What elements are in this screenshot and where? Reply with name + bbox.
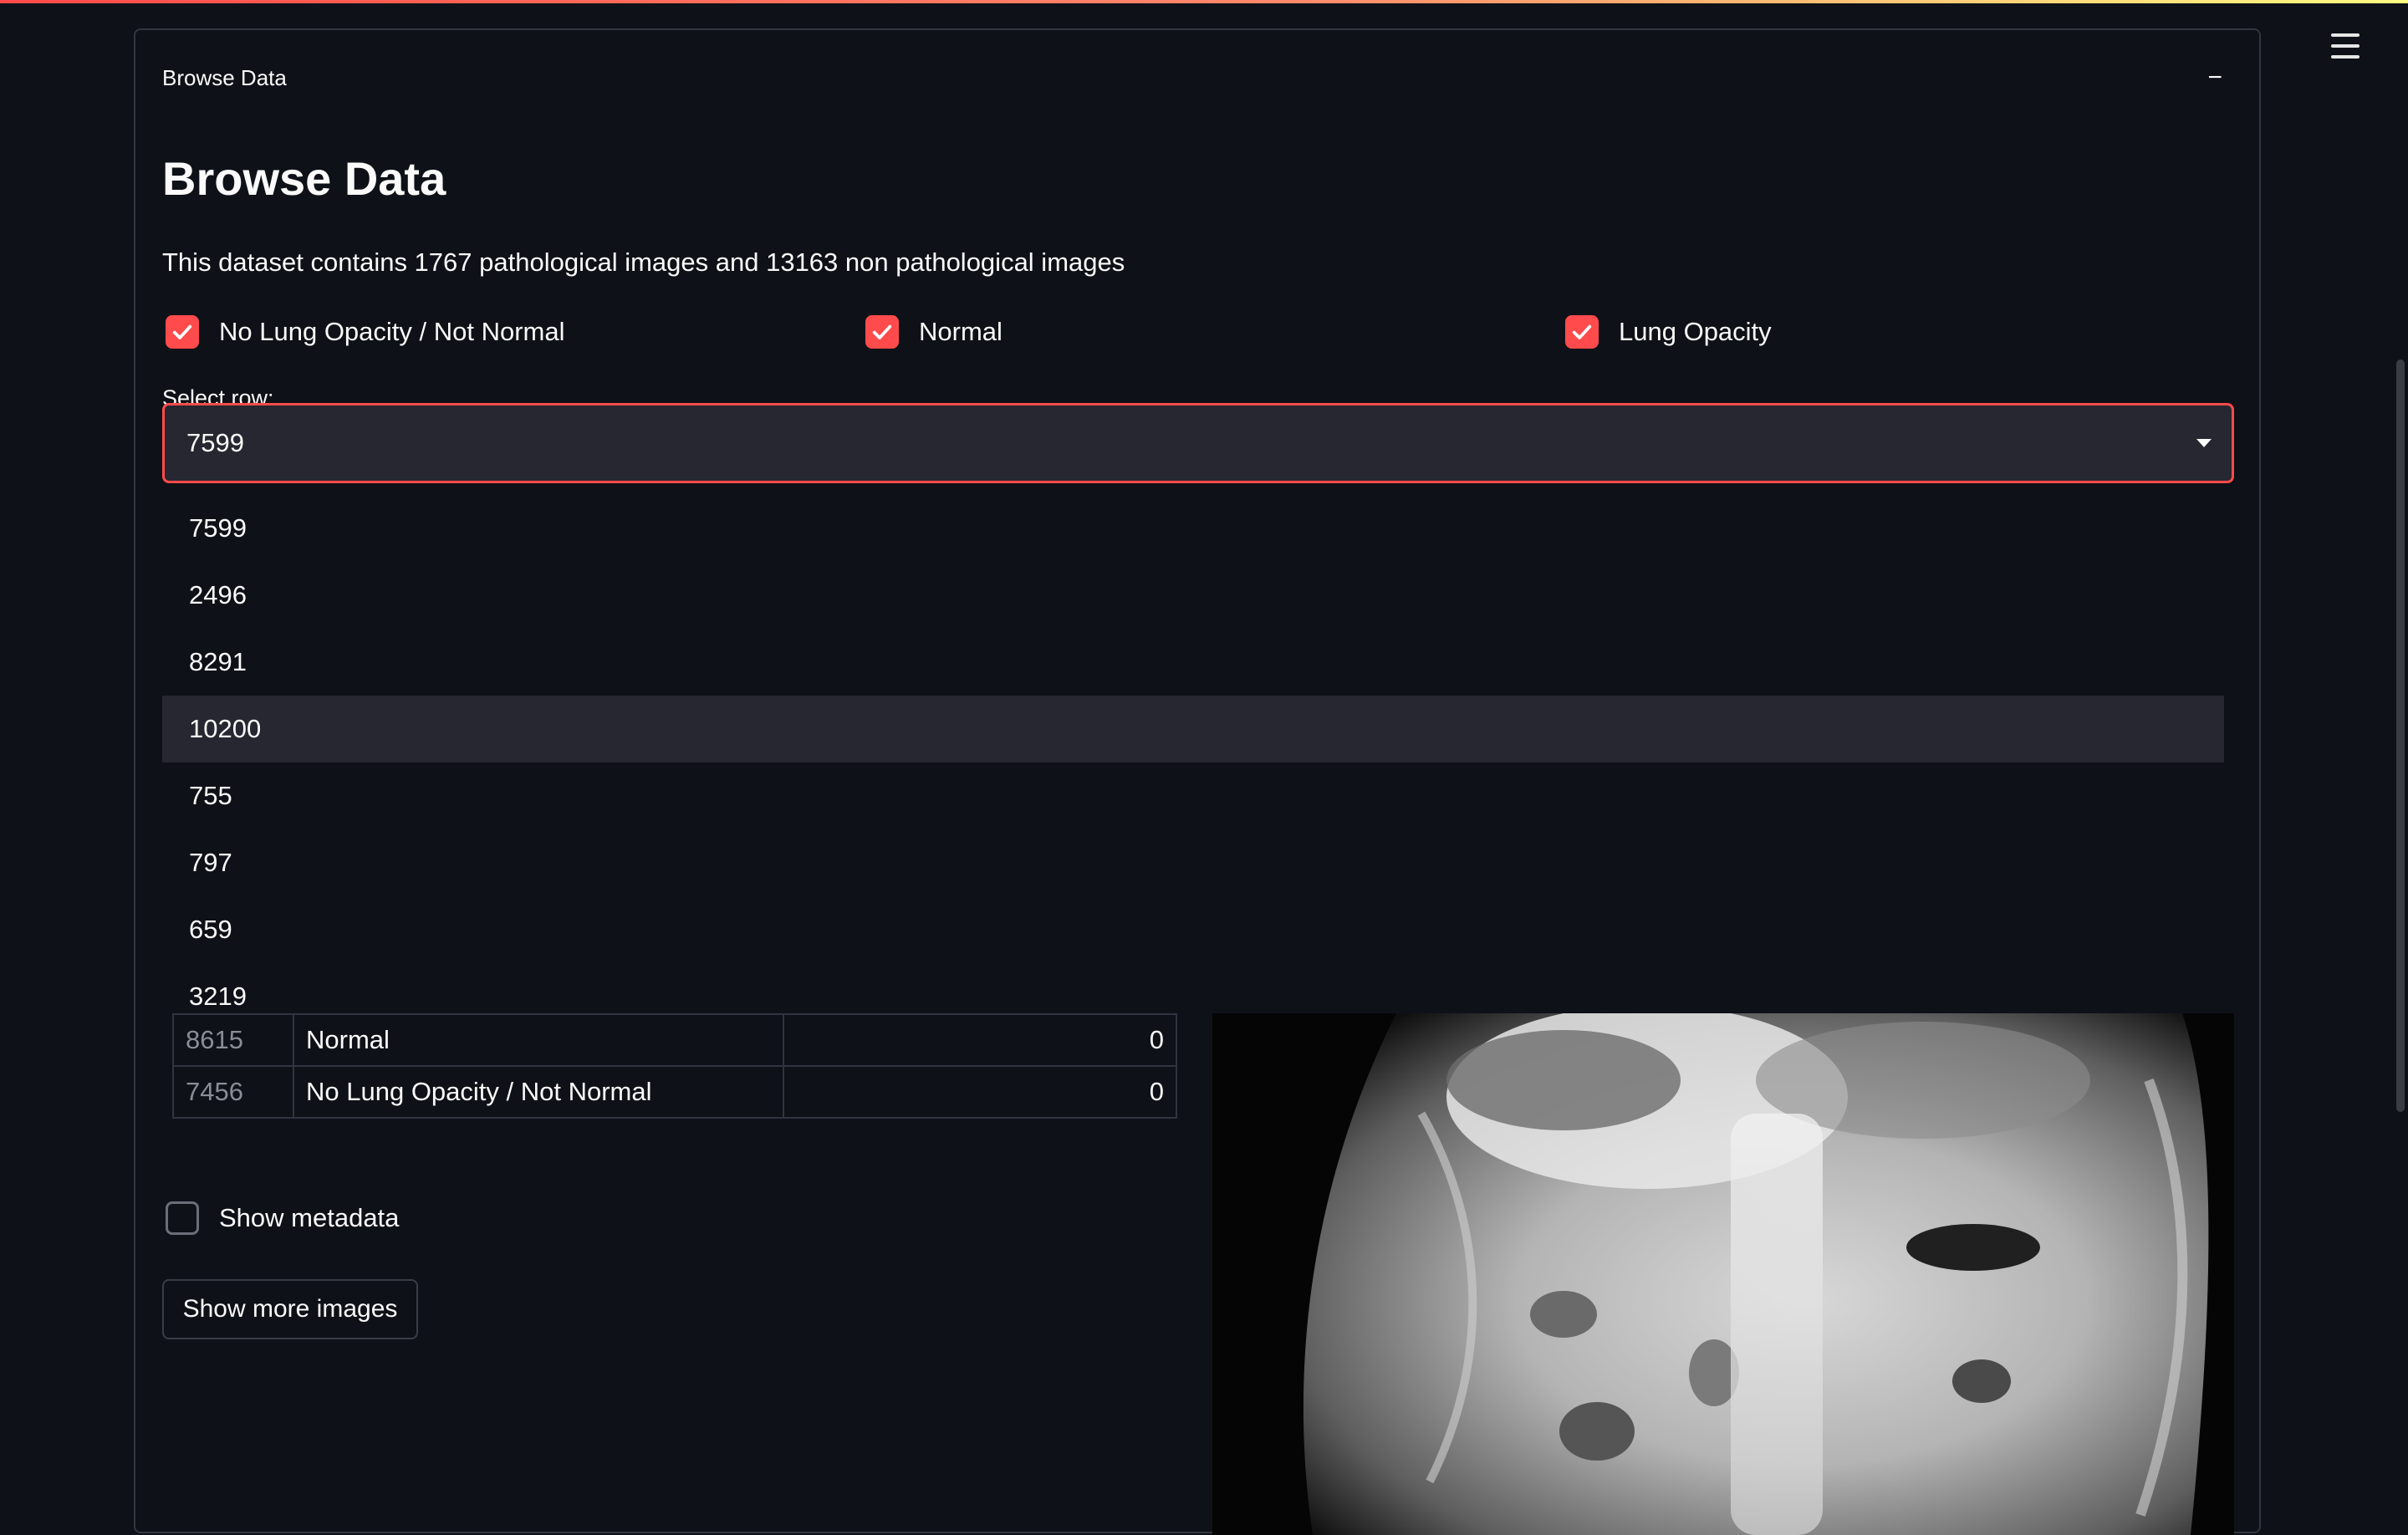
dropdown-option[interactable]: 7599: [162, 495, 2224, 562]
scrollbar-thumb[interactable]: [2396, 360, 2405, 1112]
checkbox-label: Normal: [919, 317, 1002, 346]
checkbox-label: Show metadata: [219, 1203, 400, 1232]
select-row-dropdown[interactable]: 7599: [162, 403, 2234, 483]
dropdown-option[interactable]: 659: [162, 896, 2224, 963]
data-table: 8615 Normal 0 7456 No Lung Opacity / Not…: [172, 1013, 1177, 1119]
checkbox-show-metadata[interactable]: Show metadata: [166, 1201, 399, 1235]
expander-header[interactable]: Browse Data −: [162, 57, 2232, 99]
checkbox-lung-opacity[interactable]: Lung Opacity: [1565, 315, 1772, 349]
table-cell-label: Normal: [293, 1013, 784, 1067]
dataset-description: This dataset contains 1767 pathological …: [162, 247, 1125, 277]
table-cell-index: 8615: [172, 1013, 294, 1067]
expander-header-label: Browse Data: [162, 64, 287, 90]
hamburger-menu-icon[interactable]: [2331, 33, 2360, 59]
checkmark-icon[interactable]: [1565, 315, 1599, 349]
dropdown-options-list: 7599 2496 8291 10200 755 797 659 3219: [162, 495, 2234, 1038]
top-decoration-bar: [0, 0, 2408, 3]
xray-image: [1212, 1013, 2234, 1535]
browse-data-expander: Browse Data − Browse Data This dataset c…: [134, 28, 2261, 1535]
checkbox-no-lung-opacity[interactable]: No Lung Opacity / Not Normal: [166, 315, 565, 349]
table-row: 8615 Normal 0: [172, 1013, 1177, 1067]
table-cell-index: 7456: [172, 1065, 294, 1119]
show-more-images-button[interactable]: Show more images: [162, 1279, 418, 1339]
caret-down-icon[interactable]: [2196, 439, 2212, 447]
dropdown-option[interactable]: 2496: [162, 562, 2224, 629]
page-title: Browse Data: [162, 152, 446, 205]
checkbox-label: No Lung Opacity / Not Normal: [219, 317, 565, 346]
table-row: 7456 No Lung Opacity / Not Normal 0: [172, 1065, 1177, 1119]
dropdown-option[interactable]: 755: [162, 762, 2224, 829]
checkbox-normal[interactable]: Normal: [865, 315, 1002, 349]
checkmark-icon[interactable]: [865, 315, 899, 349]
collapse-icon[interactable]: −: [2207, 64, 2232, 92]
table-cell-value: 0: [783, 1013, 1177, 1067]
table-cell-value: 0: [783, 1065, 1177, 1119]
checkbox-label: Lung Opacity: [1619, 317, 1772, 346]
dropdown-option[interactable]: 797: [162, 829, 2224, 896]
checkbox-empty-icon[interactable]: [166, 1201, 199, 1235]
dropdown-option-highlighted[interactable]: 10200: [162, 696, 2224, 762]
table-cell-label: No Lung Opacity / Not Normal: [293, 1065, 784, 1119]
dropdown-option[interactable]: 8291: [162, 629, 2224, 696]
checkmark-icon[interactable]: [166, 315, 199, 349]
select-current-value: 7599: [186, 428, 244, 457]
